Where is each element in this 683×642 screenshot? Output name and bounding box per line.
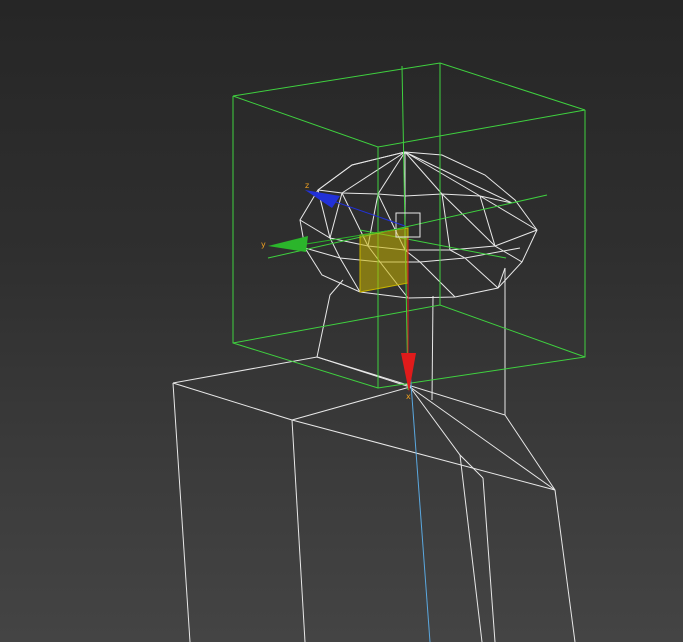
torso-edge (409, 386, 556, 491)
torso-edge (459, 454, 483, 642)
gizmo-x-label: x (406, 392, 411, 401)
move-gizmo[interactable]: z y x (261, 181, 421, 401)
head-edge (341, 151, 406, 194)
gizmo-z-label: z (305, 181, 309, 190)
torso-edge (291, 419, 306, 642)
xy-plane-handle[interactable] (359, 227, 409, 293)
gizmo-y-arrow-icon[interactable] (268, 236, 308, 252)
gizmo-y-label: y (261, 240, 266, 249)
head-ring (317, 189, 513, 204)
head-edge (404, 151, 481, 197)
head-edge (479, 195, 523, 263)
gizmo-z-arrow-icon[interactable] (305, 190, 340, 208)
gizmo-z-axis-line (329, 199, 406, 227)
head-silhouette (299, 151, 538, 299)
head-edge (377, 151, 406, 195)
torso-edge (409, 386, 484, 479)
torso-edge (172, 382, 556, 491)
head-edge (404, 151, 443, 195)
scene-canvas[interactable]: z y x (0, 0, 683, 642)
torso-edge (172, 356, 556, 491)
bbox-edge (232, 304, 586, 358)
gizmo-x-arrow-icon[interactable] (401, 353, 416, 392)
head-wireframe[interactable] (299, 151, 538, 299)
head-edge (317, 151, 406, 191)
torso-edge (482, 477, 496, 642)
selection-bounding-box (232, 62, 586, 391)
3d-viewport[interactable]: z y x (0, 0, 683, 642)
torso-edge (172, 382, 191, 642)
neck-edge (497, 267, 506, 289)
bbox-edge (232, 62, 586, 148)
neck-edge (431, 295, 434, 401)
torso-edge (554, 489, 576, 642)
neck-edge (316, 279, 344, 358)
